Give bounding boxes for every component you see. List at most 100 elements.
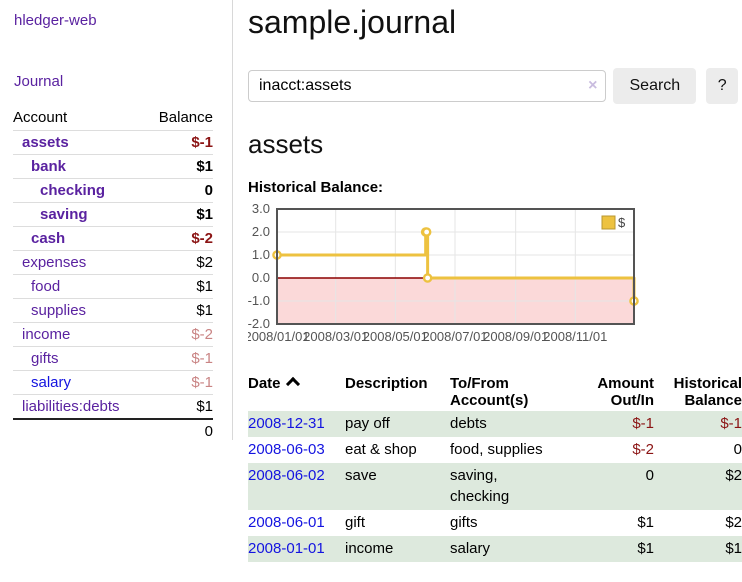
account-balance: $-2 [146, 227, 213, 251]
transaction-date-link[interactable]: 2008-06-01 [248, 510, 345, 536]
transaction-date-link[interactable]: 2008-06-03 [248, 437, 345, 463]
account-link[interactable]: salary [31, 374, 71, 391]
transaction-amount: 0 [580, 463, 654, 511]
account-link[interactable]: bank [31, 158, 66, 175]
register-row[interactable]: 2008-01-01incomesalary$1$1 [248, 536, 742, 562]
account-row: salary $-1 [13, 371, 213, 395]
account-balance: 0 [146, 179, 213, 203]
account-balance: $1 [146, 299, 213, 323]
svg-text:2008/03/01: 2008/03/01 [303, 329, 368, 344]
account-link[interactable]: supplies [31, 302, 86, 319]
accounts-header-balance: Balance [146, 106, 213, 131]
search-form: × Search ? [248, 68, 738, 104]
account-heading: assets [248, 129, 738, 160]
account-link[interactable]: saving [40, 206, 88, 223]
account-row: gifts $-1 [13, 347, 213, 371]
accounts-total-row: 0 [13, 419, 213, 443]
transaction-accounts: saving, checking [450, 463, 580, 511]
transaction-balance: $-1 [654, 411, 742, 437]
account-row: liabilities:debts $1 [13, 395, 213, 420]
account-link[interactable]: expenses [22, 254, 86, 271]
account-link[interactable]: assets [22, 134, 69, 151]
svg-text:-1.0: -1.0 [248, 293, 270, 308]
transaction-accounts: salary [450, 536, 580, 562]
page-title: sample.journal [248, 4, 738, 41]
journal-link[interactable]: Journal [14, 73, 232, 90]
account-balance: $1 [146, 203, 213, 227]
transaction-balance: $1 [654, 536, 742, 562]
search-box: × [248, 70, 606, 102]
transaction-description: pay off [345, 411, 450, 437]
svg-text:2008/01/01: 2008/01/01 [248, 329, 310, 344]
account-link[interactable]: liabilities:debts [22, 398, 120, 415]
account-link[interactable]: checking [40, 182, 105, 199]
account-balance: $-1 [146, 347, 213, 371]
svg-text:3.0: 3.0 [252, 202, 270, 216]
transaction-balance: $2 [654, 463, 742, 511]
account-link[interactable]: gifts [31, 350, 59, 367]
clear-search-icon[interactable]: × [588, 76, 597, 96]
register-header-amount: Amount Out/In [580, 373, 654, 411]
svg-text:2008/07/01: 2008/07/01 [422, 329, 487, 344]
svg-text:$: $ [618, 215, 626, 230]
account-row: income $-2 [13, 323, 213, 347]
svg-text:2008/09/01: 2008/09/01 [483, 329, 548, 344]
date-link[interactable]: 2008-12-31 [248, 415, 325, 432]
account-row: food$1 [13, 275, 213, 299]
transaction-amount: $-2 [580, 437, 654, 463]
register-row[interactable]: 2008-12-31pay offdebts$-1$-1 [248, 411, 742, 437]
sidebar: hledger-web Journal Account Balance asse… [0, 0, 232, 582]
transaction-description: eat & shop [345, 437, 450, 463]
total-balance: 0 [146, 419, 213, 443]
balance-chart[interactable]: $3.02.01.00.0-1.0-2.02008/01/012008/03/0… [248, 202, 738, 353]
account-link[interactable]: cash [31, 230, 65, 247]
register-header-balance: Historical Balance [654, 373, 742, 411]
account-row: expenses$2 [13, 251, 213, 275]
account-row: supplies $1 [13, 299, 213, 323]
transaction-accounts: food, supplies [450, 437, 580, 463]
register-row[interactable]: 2008-06-01giftgifts$1$2 [248, 510, 742, 536]
date-link[interactable]: 2008-06-01 [248, 514, 325, 531]
account-link[interactable]: income [22, 326, 70, 343]
transaction-date-link[interactable]: 2008-12-31 [248, 411, 345, 437]
transaction-date-link[interactable]: 2008-01-01 [248, 536, 345, 562]
sidebar-divider [232, 0, 233, 440]
register-header-account: To/From Account(s) [450, 373, 580, 411]
help-button[interactable]: ? [706, 68, 738, 104]
account-balance: $1 [146, 155, 213, 179]
register-row[interactable]: 2008-06-03eat & shopfood, supplies$-20 [248, 437, 742, 463]
svg-text:2.0: 2.0 [252, 224, 270, 239]
date-link[interactable]: 2008-01-01 [248, 540, 325, 557]
transaction-accounts: gifts [450, 510, 580, 536]
accounts-balance-table: Account Balance assets$-1bank$1checking0… [13, 106, 213, 443]
transaction-date-link[interactable]: 2008-06-02 [248, 463, 345, 511]
transaction-description: save [345, 463, 450, 511]
date-link[interactable]: 2008-06-02 [248, 467, 325, 484]
account-row: assets$-1 [13, 131, 213, 155]
svg-text:1.0: 1.0 [252, 247, 270, 262]
register-row[interactable]: 2008-06-02 savesaving, checking0$2 [248, 463, 742, 511]
register-header-description: Description [345, 373, 450, 411]
app-title-link[interactable]: hledger-web [14, 12, 232, 29]
transaction-description: gift [345, 510, 450, 536]
account-row: cash $-2 [13, 227, 213, 251]
register-header-date[interactable]: Date [248, 373, 345, 411]
register-header-row: Date Description To/From Account(s) Amou… [248, 373, 742, 411]
transaction-amount: $-1 [580, 411, 654, 437]
account-row: saving $1 [13, 203, 213, 227]
chart-title: Historical Balance: [248, 179, 738, 196]
account-link[interactable]: food [31, 278, 60, 295]
svg-text:2008/05/01: 2008/05/01 [363, 329, 428, 344]
hledger-web-app: hledger-web Journal Account Balance asse… [0, 0, 742, 582]
account-balance: $-1 [146, 371, 213, 395]
svg-text:0.0: 0.0 [252, 270, 270, 285]
search-input[interactable] [248, 70, 606, 102]
account-row: checking 0 [13, 179, 213, 203]
account-balance: $-2 [146, 323, 213, 347]
transaction-description: income [345, 536, 450, 562]
date-link[interactable]: 2008-06-03 [248, 441, 325, 458]
main-content: sample.journal × Search ? assets Histori… [248, 0, 738, 562]
account-row: bank $1 [13, 155, 213, 179]
account-balance: $1 [146, 395, 213, 420]
search-button[interactable]: Search [613, 68, 696, 104]
